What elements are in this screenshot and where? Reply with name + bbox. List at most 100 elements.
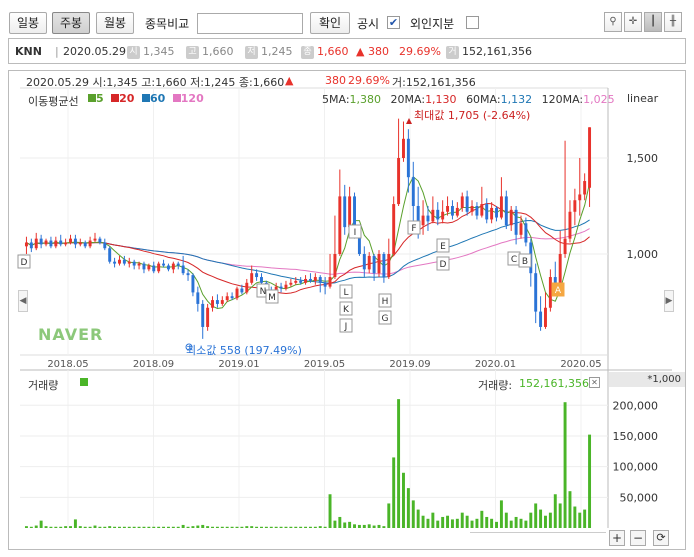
close-volume-icon[interactable]: ✕	[589, 377, 600, 388]
candle-body	[206, 307, 210, 327]
volume-tick-label: 150,000	[613, 430, 659, 443]
candle-body	[29, 242, 33, 249]
zoom-in-button[interactable]: +	[609, 530, 625, 546]
min-annotation: 최소값 558 (197.49%)	[186, 344, 302, 357]
event-marker-label: F	[411, 224, 416, 234]
volume-bar	[132, 526, 136, 528]
price-tick-label: 1,000	[627, 248, 659, 261]
volume-bar	[152, 526, 156, 528]
ma-legend-label: 이동평균선	[28, 95, 79, 108]
volume-bar	[304, 526, 308, 528]
volume-bar	[157, 526, 161, 528]
candle-body	[377, 254, 381, 274]
time-tick-label: 2018.05	[47, 359, 88, 370]
candle-body	[548, 277, 552, 308]
candle-body	[539, 311, 543, 327]
candle-body	[24, 242, 28, 247]
time-tick-label: 2018.09	[133, 359, 174, 370]
candle-body	[147, 265, 151, 270]
candle-body	[568, 211, 572, 239]
volume-bar	[548, 512, 552, 528]
candle-body	[499, 196, 503, 218]
candle-body	[524, 223, 528, 243]
volume-bar	[162, 526, 166, 528]
volume-bar	[387, 503, 391, 528]
price-tick-label: 1,500	[627, 152, 659, 165]
scroll-left-button[interactable]: ◀	[18, 290, 28, 312]
candle-body	[162, 263, 166, 266]
event-marker-label: H	[382, 297, 389, 307]
candle-body	[455, 207, 459, 216]
volume-bar	[98, 526, 102, 528]
volume-bar	[113, 526, 117, 528]
candle-body	[470, 206, 474, 212]
candle-body	[245, 282, 249, 293]
volume-bar	[411, 500, 415, 528]
candle-body	[563, 238, 567, 254]
candle-body	[83, 242, 87, 247]
event-marker-label: D	[21, 258, 28, 268]
naver-watermark: NAVER	[38, 325, 104, 344]
candle-body	[353, 196, 356, 230]
candle-body	[171, 263, 175, 270]
candle-body	[59, 240, 63, 245]
candle-body	[446, 206, 450, 212]
scale-label: linear	[627, 92, 659, 105]
candle-body	[220, 300, 224, 304]
volume-bar	[83, 526, 87, 528]
volume-bar	[534, 503, 538, 528]
candle-body	[299, 280, 303, 283]
volume-bar	[353, 524, 356, 528]
volume-bar	[235, 526, 239, 528]
volume-bar	[269, 526, 273, 528]
volume-tick-label: 200,000	[613, 399, 659, 412]
volume-bar	[529, 512, 533, 528]
volume-bar	[240, 526, 244, 528]
candle-body	[485, 204, 489, 220]
volume-bar	[563, 402, 567, 528]
ma60-value: 1,132	[500, 93, 533, 106]
volume-bar	[127, 526, 131, 528]
candle-body	[39, 238, 43, 245]
candle-body	[255, 273, 259, 278]
scroll-right-button[interactable]: ▶	[664, 290, 674, 312]
candle-body	[534, 273, 538, 312]
candle-body	[260, 277, 263, 283]
candle-body	[73, 238, 77, 245]
ma60-legend: 60	[149, 92, 166, 105]
volume-bar	[122, 526, 126, 528]
volume-tick-label: 50,000	[620, 491, 659, 504]
candle-body	[250, 273, 254, 283]
candle-body	[78, 242, 82, 245]
time-tick-label: 2020.05	[560, 359, 601, 370]
candle-body	[240, 288, 244, 293]
event-marker-label: M	[268, 293, 276, 303]
candle-body	[196, 292, 200, 304]
volume-bar	[490, 518, 494, 528]
volume-bar	[553, 494, 557, 528]
refresh-icon[interactable]: ⟳	[653, 530, 669, 546]
volume-bar	[181, 524, 185, 528]
candle-body	[583, 181, 587, 195]
volume-bar	[24, 526, 28, 528]
candle-body	[406, 138, 410, 178]
volume-bar	[44, 526, 48, 528]
candle-body	[137, 263, 141, 266]
volume-bar	[78, 526, 82, 528]
candle-body	[387, 254, 391, 278]
candle-body	[450, 206, 454, 216]
candle-body	[382, 254, 386, 278]
volume-bar	[186, 526, 190, 528]
volume-bar	[176, 526, 180, 528]
volume-bar	[59, 526, 63, 528]
time-tick-label: 2019.09	[389, 359, 430, 370]
volume-bar	[475, 518, 479, 528]
zoom-out-button[interactable]: −	[630, 530, 646, 546]
volume-bar	[377, 524, 381, 528]
volume-bar	[465, 515, 469, 528]
candle-body	[49, 240, 53, 247]
candle-body	[34, 238, 38, 249]
scrollbar-track[interactable]	[470, 532, 606, 540]
volume-bar	[103, 526, 107, 528]
chart-header-pct: 29.69%	[348, 74, 390, 87]
